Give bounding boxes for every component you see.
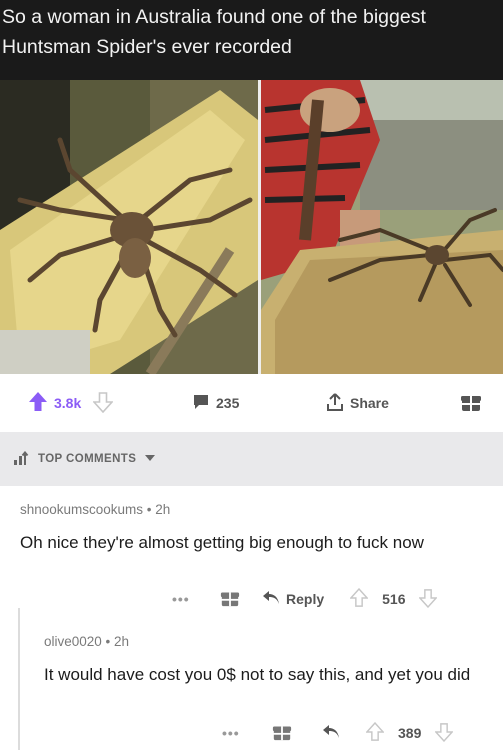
section-label: TOP COMMENTS (38, 453, 137, 465)
reply-score: 389 (398, 725, 422, 741)
comment-count: 235 (216, 395, 240, 411)
vote-group: 3.8k (28, 374, 115, 432)
downvote-arrow-icon[interactable] (434, 722, 455, 745)
reply-button[interactable]: Reply (286, 591, 324, 607)
upvote-arrow-icon[interactable] (349, 587, 369, 611)
share-label: Share (350, 395, 389, 411)
more-dots-icon[interactable]: ••• (222, 725, 256, 741)
comments-button[interactable]: 235 (192, 374, 239, 432)
post-title-line-1: So a woman in Australia found one of the… (2, 6, 426, 28)
downvote-arrow-icon[interactable] (92, 391, 115, 416)
more-dots-icon[interactable]: ••• (172, 591, 206, 607)
reply-actions: ••• 389 (222, 718, 455, 748)
reply-text: It would have cost you 0$ not to say thi… (44, 665, 471, 684)
comment-bubble-icon (192, 393, 210, 414)
comment-meta: shnookumscookums • 2h (20, 502, 171, 517)
comment-actions: ••• Reply 516 (172, 584, 439, 614)
upvote-arrow-icon[interactable] (365, 721, 385, 745)
comment-text: Oh nice they're almost getting big enoug… (20, 533, 424, 552)
reply-arrow-icon[interactable] (262, 590, 280, 608)
upvote-arrow-icon[interactable] (28, 391, 48, 416)
downvote-arrow-icon[interactable] (418, 588, 439, 611)
post-image[interactable] (0, 80, 503, 374)
post-action-bar: 3.8k 235 Share (0, 374, 503, 432)
comment-score: 516 (382, 591, 406, 607)
left-photo (0, 80, 258, 374)
post-title-line-2: Huntsman Spider's ever recorded (2, 36, 292, 58)
upvote-count: 3.8k (54, 395, 82, 411)
top-comments-sort[interactable]: TOP COMMENTS (0, 432, 503, 486)
gift-award-icon[interactable] (220, 588, 240, 611)
reply-meta: olive0020 • 2h (44, 634, 130, 649)
sort-bars-icon (14, 450, 30, 468)
gift-award-icon[interactable] (272, 722, 292, 745)
thread-line[interactable] (18, 608, 20, 750)
right-photo (261, 80, 503, 374)
gift-award-icon (460, 391, 482, 416)
comments-list: shnookumscookums • 2h Oh nice they're al… (0, 486, 503, 750)
award-button[interactable] (460, 374, 482, 432)
share-icon (326, 392, 344, 415)
reply-arrow-icon[interactable] (322, 724, 340, 742)
post-title: So a woman in Australia found one of the… (0, 0, 503, 80)
sort-chevron-icon (144, 453, 156, 465)
share-button[interactable]: Share (326, 374, 389, 432)
